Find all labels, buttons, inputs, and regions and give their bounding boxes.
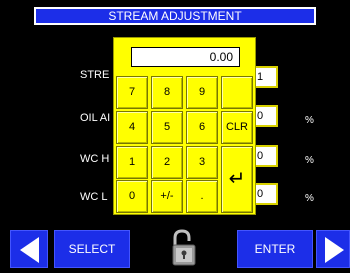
keypad-enter-button[interactable]: ↵ xyxy=(221,146,253,213)
key-7[interactable]: 7 xyxy=(116,76,148,109)
plus-minus-button[interactable]: +/- xyxy=(151,180,183,213)
wc-low-unit: % xyxy=(305,193,314,204)
clear-button[interactable]: CLR xyxy=(221,111,253,144)
key-8[interactable]: 8 xyxy=(151,76,183,109)
keypad-display: 0.00 xyxy=(131,47,240,67)
page-title: STREAM ADJUSTMENT xyxy=(34,7,316,25)
label-oil: OIL AI xyxy=(80,112,111,124)
label-wc-low: WC L xyxy=(80,191,108,203)
left-arrow-icon xyxy=(20,237,39,263)
wc-high-unit: % xyxy=(305,155,314,166)
oil-unit: % xyxy=(305,115,314,126)
enter-button[interactable]: ENTER xyxy=(237,230,313,268)
key-6[interactable]: 6 xyxy=(186,111,218,144)
next-button[interactable] xyxy=(316,230,350,268)
unlocked-padlock-icon[interactable] xyxy=(169,228,199,268)
select-button[interactable]: SELECT xyxy=(54,230,130,268)
key-2[interactable]: 2 xyxy=(151,146,183,179)
key-5[interactable]: 5 xyxy=(151,111,183,144)
label-wc-high: WC H xyxy=(80,153,110,165)
key-9[interactable]: 9 xyxy=(186,76,218,109)
key-1[interactable]: 1 xyxy=(116,146,148,179)
key-3[interactable]: 3 xyxy=(186,146,218,179)
label-stream: STRE xyxy=(80,69,110,81)
key-0[interactable]: 0 xyxy=(116,180,148,213)
right-arrow-icon xyxy=(325,237,344,263)
key-blank[interactable] xyxy=(221,76,253,109)
decimal-point-button[interactable]: . xyxy=(186,180,218,213)
key-4[interactable]: 4 xyxy=(116,111,148,144)
previous-button[interactable] xyxy=(10,230,48,268)
